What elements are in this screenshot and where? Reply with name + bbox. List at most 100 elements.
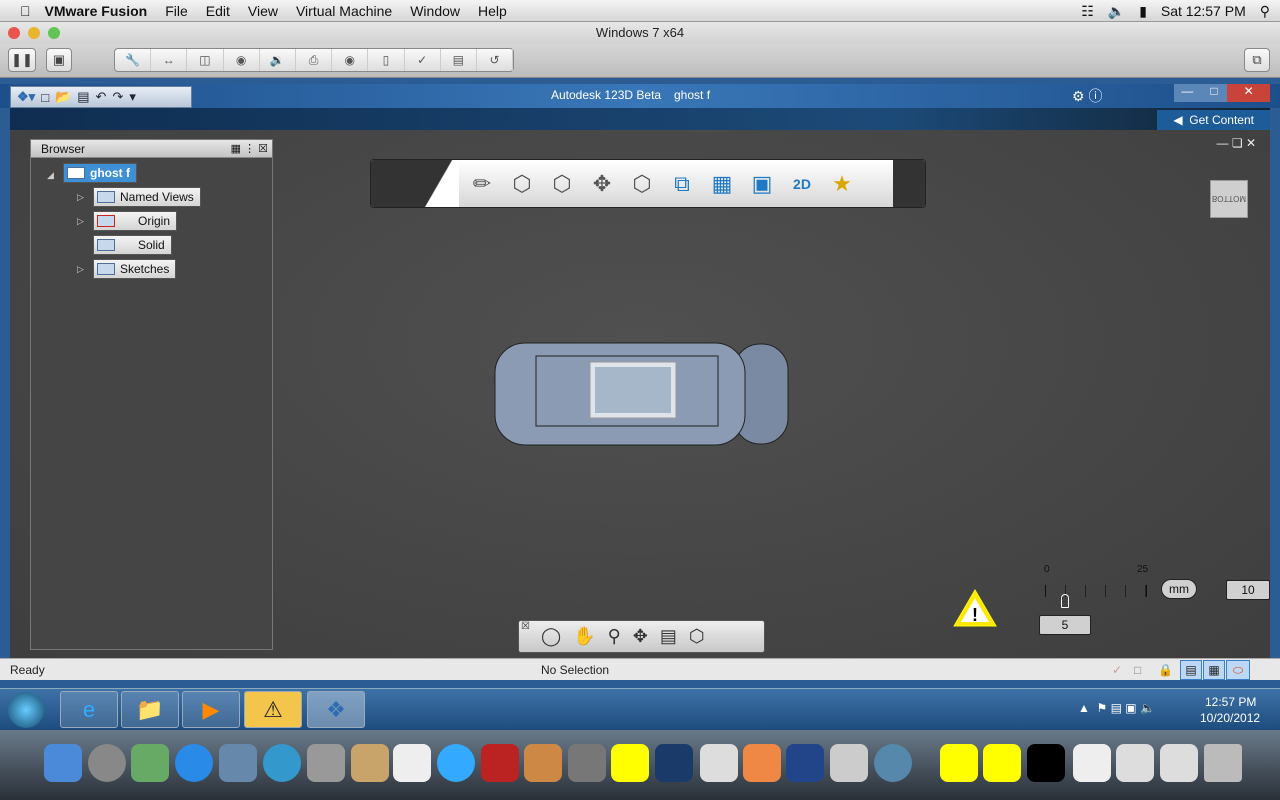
menu-file[interactable]: File xyxy=(165,3,188,19)
launchpad-icon[interactable] xyxy=(88,744,126,782)
get-content-button[interactable]: ◀ Get Content xyxy=(1157,110,1270,130)
expand-icon[interactable]: ▷ xyxy=(77,192,84,203)
mail-icon[interactable] xyxy=(219,744,257,782)
close-button[interactable] xyxy=(8,27,20,39)
tray-time[interactable]: 12:57 PM xyxy=(1205,695,1256,709)
pages-icon[interactable] xyxy=(743,744,781,782)
open-icon[interactable]: 📂 xyxy=(55,89,71,105)
snap-icon[interactable]: ▤ xyxy=(1180,660,1202,680)
cd-icon[interactable]: ◉ xyxy=(224,49,260,71)
battery-icon[interactable]: ▮ xyxy=(1139,3,1147,20)
collapse-icon[interactable]: ◢ xyxy=(47,170,54,181)
menu-help[interactable]: Help xyxy=(478,3,507,19)
minimize-window-button[interactable]: — xyxy=(1174,84,1201,102)
save-icon[interactable]: ▤ xyxy=(77,89,89,105)
media-player-icon[interactable]: ▶ xyxy=(182,691,240,728)
materials-icon[interactable]: ★ xyxy=(825,169,859,199)
bounds-icon[interactable]: □ xyxy=(1134,659,1141,681)
zoom-icon[interactable]: ⚲ xyxy=(608,626,621,647)
replicatorg-doc-icon[interactable] xyxy=(940,744,978,782)
viewcube[interactable]: BOTTOM xyxy=(1210,180,1248,218)
disk-icon[interactable]: ◫ xyxy=(187,49,224,71)
usb-icon[interactable]: ↺ xyxy=(477,49,514,71)
document-icon[interactable] xyxy=(1073,744,1111,782)
start-button[interactable] xyxy=(8,692,44,728)
printer-icon[interactable]: ⎙ xyxy=(296,49,333,71)
sketch-icon[interactable]: ✏ xyxy=(465,169,499,199)
transform-icon[interactable]: ⬡ xyxy=(625,169,659,199)
tree-item-solid[interactable]: Solid xyxy=(93,235,172,255)
menu-view[interactable]: View xyxy=(248,3,278,19)
tree-root[interactable]: ghost f xyxy=(63,163,137,183)
browser-close-icon[interactable]: ▦ ⋮ ☒ xyxy=(231,140,268,158)
iphoto-icon[interactable] xyxy=(524,744,562,782)
primitives-icon[interactable]: ⬡ xyxy=(505,169,539,199)
tree-item-sketches[interactable]: Sketches xyxy=(93,259,177,279)
warning-icon[interactable]: ! xyxy=(952,588,998,628)
menu-app[interactable]: VMware Fusion xyxy=(45,3,148,19)
wifi-icon[interactable]: ☷ xyxy=(1081,3,1094,20)
2d-icon[interactable]: 2D xyxy=(785,169,819,199)
contacts-icon[interactable] xyxy=(351,744,389,782)
close-window-button[interactable]: ✕ xyxy=(1227,84,1271,102)
mouse-icon[interactable]: ▯ xyxy=(368,49,405,71)
terminal-window-icon[interactable] xyxy=(1027,744,1065,782)
look-icon[interactable]: ✥ xyxy=(633,626,648,647)
app-menu-icon[interactable]: ❖▾ xyxy=(17,89,35,105)
zoom-button[interactable] xyxy=(48,27,60,39)
spotlight-icon[interactable]: ⚲ xyxy=(1260,3,1270,20)
autodesk-task-icon[interactable]: ❖ xyxy=(307,691,365,728)
photo-booth-icon[interactable] xyxy=(481,744,519,782)
orbit-icon[interactable]: ◯ xyxy=(541,626,561,647)
preview-icon[interactable] xyxy=(830,744,868,782)
help-icon[interactable]: ⚙ ⓘ xyxy=(1072,86,1102,106)
tray-date[interactable]: 10/20/2012 xyxy=(1200,711,1260,725)
menu-virtual-machine[interactable]: Virtual Machine xyxy=(296,3,392,19)
pan-icon[interactable]: ✋ xyxy=(573,626,595,647)
check-icon[interactable]: ✓ xyxy=(1112,659,1122,681)
viewport-window-controls[interactable]: — ❏ ✕ xyxy=(1217,136,1256,150)
replicatorg-doc-icon-2[interactable] xyxy=(983,744,1021,782)
dashboard-icon[interactable] xyxy=(131,744,169,782)
window-thumbnail-icon[interactable] xyxy=(1160,744,1198,782)
facetime-icon[interactable] xyxy=(307,744,345,782)
replicatorg-icon[interactable] xyxy=(611,744,649,782)
new-icon[interactable]: □ xyxy=(41,90,49,105)
menu-clock[interactable]: Sat 12:57 PM xyxy=(1161,3,1246,19)
warning-task-icon[interactable]: ⚠ xyxy=(244,691,302,728)
tree-item-origin[interactable]: Origin xyxy=(93,211,178,231)
explorer-icon[interactable]: 📁 xyxy=(121,691,179,728)
sound-icon[interactable]: 🔉 xyxy=(260,49,296,71)
wrench-icon[interactable]: 🔧 xyxy=(115,49,152,71)
snapshot-button[interactable]: ▣ xyxy=(46,48,72,72)
fullscreen-button[interactable]: ⧉ xyxy=(1244,48,1270,72)
tree-item-named-views[interactable]: Named Views xyxy=(93,187,201,207)
finder-icon[interactable] xyxy=(44,744,82,782)
expand-icon[interactable]: ▷ xyxy=(77,216,84,227)
trash-icon[interactable] xyxy=(1204,744,1242,782)
photoshop-icon[interactable] xyxy=(655,744,693,782)
pattern-icon[interactable]: ▦ xyxy=(705,169,739,199)
modify-icon[interactable]: ✥ xyxy=(585,169,619,199)
3d-model[interactable] xyxy=(494,342,790,446)
view-icon[interactable]: ⬡ xyxy=(689,626,705,647)
menu-window[interactable]: Window xyxy=(410,3,460,19)
vmware-icon[interactable] xyxy=(786,744,824,782)
redo-icon[interactable]: ↷ xyxy=(112,89,123,105)
lock-icon[interactable]: 🔒 xyxy=(1158,659,1173,681)
maximize-window-button[interactable]: □ xyxy=(1200,84,1228,102)
scale-value[interactable]: 5 xyxy=(1039,615,1091,635)
scale-slider-handle[interactable] xyxy=(1061,594,1069,608)
spreadsheet-icon[interactable] xyxy=(1116,744,1154,782)
safari-icon[interactable] xyxy=(263,744,301,782)
minimize-button[interactable] xyxy=(28,27,40,39)
calendar-icon[interactable] xyxy=(393,744,431,782)
system-preferences-icon[interactable] xyxy=(568,744,606,782)
undo-icon[interactable]: ↶ xyxy=(96,89,107,105)
grid-size-field[interactable]: 10 xyxy=(1226,580,1270,600)
time-machine-icon[interactable] xyxy=(874,744,912,782)
fit-icon[interactable]: ▤ xyxy=(660,626,677,647)
tray-icons[interactable]: ▲ ⚑ ▤ ▣ 🔈 xyxy=(1078,701,1155,715)
network-icon[interactable]: ↔ xyxy=(151,49,188,71)
group-icon[interactable]: ▣ xyxy=(745,169,779,199)
